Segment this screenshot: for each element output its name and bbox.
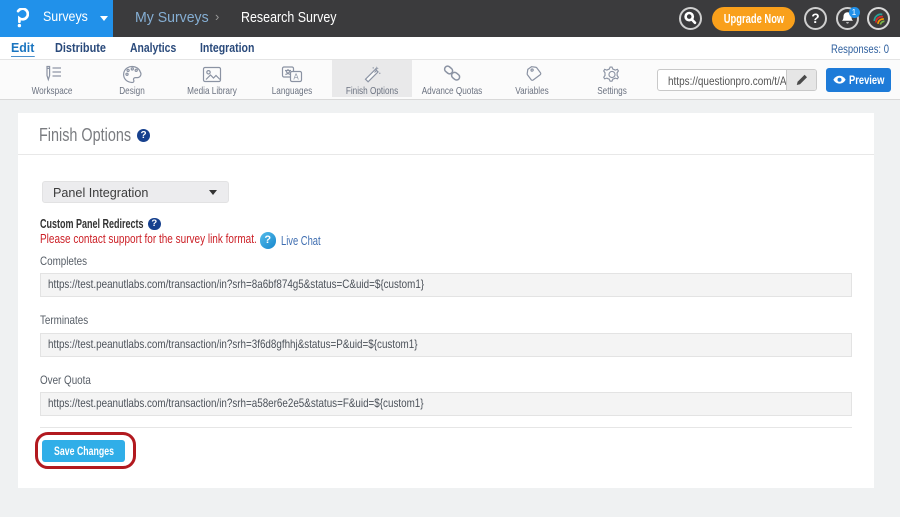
svg-text:A: A bbox=[293, 73, 299, 82]
